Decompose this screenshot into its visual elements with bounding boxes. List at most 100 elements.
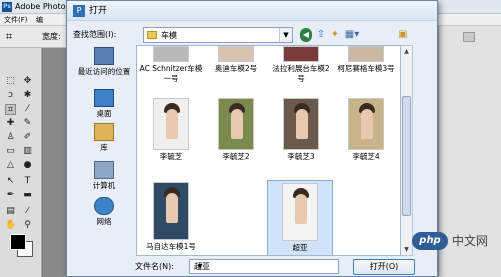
file-thumbnail xyxy=(282,183,318,241)
place-label: 网络 xyxy=(96,217,112,226)
blur-tool-icon[interactable]: △ xyxy=(5,160,16,171)
type-tool-icon[interactable]: T xyxy=(22,176,33,187)
wand-tool-icon[interactable]: ✱ xyxy=(22,90,33,101)
place-libraries[interactable]: 库 xyxy=(73,123,135,153)
new-folder-icon[interactable]: ✦ xyxy=(329,28,341,42)
look-in-label: 查找范围(I): xyxy=(73,30,117,39)
eraser-tool-icon[interactable]: ▭ xyxy=(5,146,16,157)
place-label: 最近访问的位置 xyxy=(77,67,131,76)
foreground-color-swatch[interactable] xyxy=(10,234,26,250)
folder-icon xyxy=(147,31,157,39)
file-item-selected[interactable]: 超亚 xyxy=(267,180,333,255)
zoom-tool-icon[interactable]: ⚲ xyxy=(22,220,33,231)
place-label: 计算机 xyxy=(92,181,116,190)
width-label: 宽度: xyxy=(42,32,61,41)
file-name: 奥迪车模2号 xyxy=(214,64,258,73)
scroll-up-icon[interactable]: ▲ xyxy=(401,46,412,57)
file-name: 超亚 xyxy=(292,243,308,252)
file-name-input[interactable]: 超亚 ▼ xyxy=(189,259,339,274)
file-item[interactable]: 李毓芝 xyxy=(139,98,203,162)
watermark-text: 中文网 xyxy=(452,234,489,248)
move-tool-icon[interactable]: ✥ xyxy=(22,76,33,87)
pen-tool-icon[interactable]: ✒ xyxy=(5,190,16,201)
computer-icon xyxy=(94,161,114,179)
open-dialog: P 打开 查找范围(I): 车模 ▼ ◀ ⇧ ✦ ▦▾ ▣ 最近访问的位置 桌面… xyxy=(66,0,438,277)
marquee-tool-icon[interactable]: ⬚ xyxy=(5,76,16,87)
file-list: AC Schnitzer车模一号 奥迪车模2号 法拉利展台车模2号 柯尼赛格车模… xyxy=(136,45,401,256)
menu-file[interactable]: 文件(F) xyxy=(4,14,28,26)
places-bar: 最近访问的位置 桌面 库 计算机 网络 xyxy=(73,45,135,255)
php-logo: php xyxy=(412,232,448,250)
file-thumbnail xyxy=(218,98,254,150)
hand-tool-icon[interactable]: ✋ xyxy=(5,220,16,231)
folder-shortcut-icon[interactable]: ▣ xyxy=(397,28,409,42)
view-menu-icon[interactable]: ▦▾ xyxy=(343,28,361,42)
file-thumbnail xyxy=(348,46,384,62)
file-name: 李毓芝4 xyxy=(352,152,380,161)
place-desktop[interactable]: 桌面 xyxy=(73,89,135,119)
file-thumbnail xyxy=(348,98,384,150)
file-thumbnail xyxy=(283,46,319,62)
dialog-title: 打开 xyxy=(89,6,108,16)
shape-tool-icon[interactable]: ▬ xyxy=(22,190,33,201)
gradient-tool-icon[interactable]: ▥ xyxy=(22,146,33,157)
file-thumbnail xyxy=(283,98,319,150)
file-item[interactable]: 奥迪车模2号 xyxy=(204,46,268,74)
network-icon xyxy=(94,197,114,215)
file-list-scrollbar[interactable]: ▲ ▼ xyxy=(401,45,413,256)
eyedropper-tool-icon[interactable]: ⁄ xyxy=(22,104,33,115)
file-item[interactable]: 李毓芝3 xyxy=(269,98,333,162)
brush-tool-icon[interactable]: ✎ xyxy=(22,118,33,129)
dodge-tool-icon[interactable]: ● xyxy=(22,160,33,171)
place-label: 库 xyxy=(100,143,108,152)
file-name: 柯尼赛格车模3号 xyxy=(337,64,395,73)
file-thumbnail xyxy=(153,98,189,150)
file-name: 李毓芝 xyxy=(159,152,183,161)
tools-panel: ⬚ ✥ ↄ ✱ ⌗ ⁄ ✚ ✎ ♙ ✐ ▭ ▥ △ ● ↖ T ✒ ▬ ▤ ⁄ … xyxy=(0,48,42,277)
dialog-titlebar: P 打开 xyxy=(67,1,437,21)
look-in-value: 车模 xyxy=(161,31,177,40)
file-thumbnail xyxy=(218,46,254,62)
place-label: 桌面 xyxy=(96,109,112,118)
photoshop-title: Adobe Photos xyxy=(15,2,70,11)
file-item[interactable]: 李毓芝2 xyxy=(204,98,268,162)
up-folder-icon[interactable]: ⇧ xyxy=(315,28,327,42)
file-name: 马自达车模1号 xyxy=(146,242,196,251)
eyedropper2-tool-icon[interactable]: ⁄ xyxy=(22,206,33,217)
file-item[interactable]: 马自达车模1号 xyxy=(139,182,203,252)
file-item[interactable]: AC Schnitzer车模一号 xyxy=(139,46,203,84)
menu-edit[interactable]: 编 xyxy=(36,14,43,26)
recent-places-icon xyxy=(94,47,114,65)
lasso-tool-icon[interactable]: ↄ xyxy=(5,90,16,101)
file-name: AC Schnitzer车模一号 xyxy=(139,64,203,83)
file-item[interactable]: 李毓芝4 xyxy=(334,98,398,162)
chevron-down-icon[interactable]: ▼ xyxy=(194,260,206,273)
notes-tool-icon[interactable]: ▤ xyxy=(5,206,16,217)
panel-toggle-icon[interactable] xyxy=(463,32,475,42)
chevron-down-icon[interactable]: ▼ xyxy=(279,28,292,42)
photoshop-dialog-icon: P xyxy=(73,5,85,17)
file-thumbnail xyxy=(153,46,189,62)
photoshop-logo-icon: Ps xyxy=(2,2,12,12)
scrollbar-thumb[interactable] xyxy=(402,96,411,216)
file-name: 李毓芝3 xyxy=(287,152,315,161)
crop-tool-button-icon[interactable]: ⌗ xyxy=(5,104,16,115)
file-name-label: 文件名(N): xyxy=(135,262,174,271)
back-button-icon[interactable]: ◀ xyxy=(300,28,312,42)
scroll-down-icon[interactable]: ▼ xyxy=(401,244,412,255)
place-computer[interactable]: 计算机 xyxy=(73,161,135,191)
heal-tool-icon[interactable]: ✚ xyxy=(5,118,16,129)
path-select-tool-icon[interactable]: ↖ xyxy=(5,176,16,187)
file-item[interactable]: 柯尼赛格车模3号 xyxy=(334,46,398,74)
desktop-icon xyxy=(94,89,114,107)
file-name: 李毓芝2 xyxy=(222,152,250,161)
library-icon xyxy=(94,123,114,141)
place-network[interactable]: 网络 xyxy=(73,197,135,227)
file-item[interactable]: 法拉利展台车模2号 xyxy=(269,46,333,84)
look-in-select[interactable]: 车模 ▼ xyxy=(143,27,293,43)
crop-tool-icon[interactable]: ⌗ xyxy=(6,30,12,44)
open-button[interactable]: 打开(O) xyxy=(353,259,415,275)
history-brush-tool-icon[interactable]: ✐ xyxy=(22,132,33,143)
stamp-tool-icon[interactable]: ♙ xyxy=(5,132,16,143)
place-recent[interactable]: 最近访问的位置 xyxy=(73,47,135,77)
